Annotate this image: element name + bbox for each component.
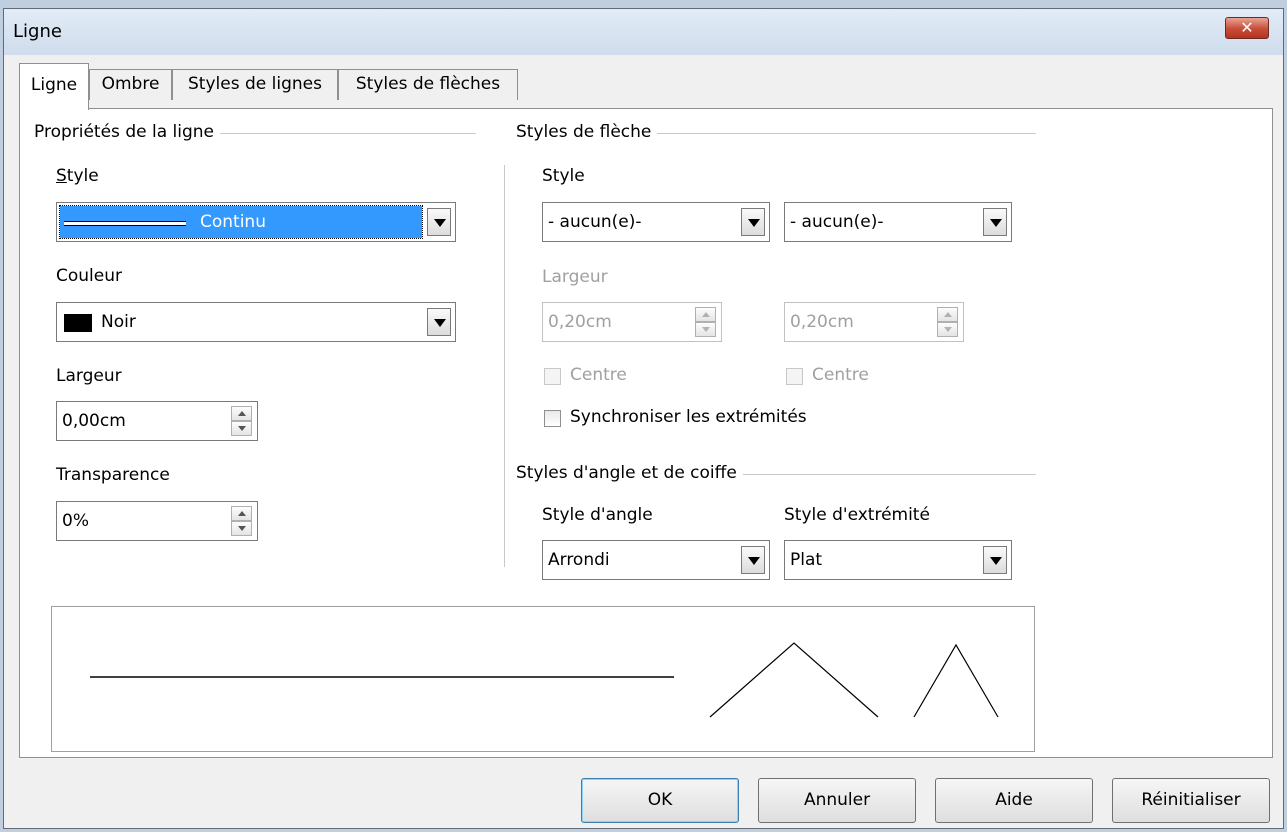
center-start-label: Centre	[570, 365, 627, 385]
arrow-start-width-value: 0,20cm	[548, 312, 612, 332]
close-button[interactable]: ✕	[1225, 17, 1269, 39]
selection-highlight: Continu	[59, 205, 423, 239]
sync-ends-checkbox[interactable]	[544, 410, 561, 427]
spin-up-icon[interactable]	[695, 307, 716, 322]
spin-up-icon[interactable]	[231, 406, 252, 421]
chevron-down-icon[interactable]	[983, 208, 1007, 236]
style-label-rest: tyle	[66, 166, 99, 186]
tab-ombre[interactable]: Ombre	[89, 69, 172, 100]
line-dialog: Ligne ✕ Ligne Ombre Styles de lignes Sty…	[3, 8, 1284, 829]
transparency-value: 0%	[62, 511, 89, 531]
chevron-down-icon[interactable]	[741, 546, 765, 574]
color-swatch	[64, 314, 92, 332]
chevron-down-icon[interactable]	[983, 546, 1007, 574]
cap-style-value: Plat	[790, 550, 823, 570]
corner-style-select[interactable]: Arrondi	[542, 540, 770, 580]
close-icon: ✕	[1240, 18, 1254, 37]
arrow-start-select[interactable]: - aucun(e)-	[542, 202, 770, 242]
spin-arrows	[937, 307, 958, 337]
tab-panel-ligne: Propriétés de la ligne Style Continu Cou…	[19, 108, 1273, 758]
arrow-end-width-spinner[interactable]: 0,20cm	[784, 302, 964, 342]
line-color-value: Noir	[101, 312, 136, 332]
tab-styles-de-lignes[interactable]: Styles de lignes	[172, 69, 338, 100]
cap-style-label: Style d'extrémité	[784, 505, 930, 525]
line-width-value: 0,00cm	[62, 411, 126, 431]
arrow-end-select[interactable]: - aucun(e)-	[784, 202, 1012, 242]
reset-button[interactable]: Réinitialiser	[1112, 778, 1270, 823]
arrow-start-value: - aucun(e)-	[548, 212, 642, 232]
spin-arrows	[231, 406, 252, 436]
chevron-down-icon[interactable]	[741, 208, 765, 236]
line-width-spinner[interactable]: 0,00cm	[56, 401, 258, 441]
spin-down-icon[interactable]	[695, 322, 716, 337]
help-button[interactable]: Aide	[935, 778, 1093, 823]
cap-style-select[interactable]: Plat	[784, 540, 1012, 580]
center-end-label: Centre	[812, 365, 869, 385]
width-label: Largeur	[56, 366, 122, 386]
line-color-select[interactable]: Noir	[56, 302, 456, 342]
group-title-line-properties: Propriétés de la ligne	[34, 122, 220, 142]
tab-label: Styles de lignes	[188, 74, 322, 94]
style-label: Style	[56, 166, 99, 186]
center-start-checkbox[interactable]	[544, 368, 561, 385]
tab-label: Styles de flèches	[355, 74, 501, 94]
tab-ligne[interactable]: Ligne	[19, 63, 89, 110]
corner-style-label: Style d'angle	[542, 505, 653, 525]
corner-style-value: Arrondi	[548, 550, 610, 570]
arrow-style-label: Style	[542, 166, 585, 186]
spin-down-icon[interactable]	[231, 521, 252, 536]
preview-narrow-angle	[913, 643, 999, 718]
line-style-select[interactable]: Continu	[56, 202, 456, 242]
line-preview-svg	[90, 642, 999, 718]
tab-styles-de-fleches[interactable]: Styles de flèches	[338, 69, 518, 100]
spin-up-icon[interactable]	[937, 307, 958, 322]
group-title-corner-cap: Styles d'angle et de coiffe	[516, 463, 743, 483]
window-title: Ligne	[13, 21, 62, 42]
transparency-spinner[interactable]: 0%	[56, 501, 258, 541]
tab-label: Ligne	[30, 75, 78, 95]
color-label: Couleur	[56, 266, 122, 286]
vertical-separator	[504, 165, 505, 567]
chevron-down-icon[interactable]	[427, 308, 451, 336]
spin-down-icon[interactable]	[937, 322, 958, 337]
ok-button[interactable]: OK	[581, 778, 739, 823]
spin-arrows	[695, 307, 716, 337]
preview-wide-angle	[709, 642, 879, 718]
spin-arrows	[231, 506, 252, 536]
cancel-button[interactable]: Annuler	[758, 778, 916, 823]
sync-ends-label: Synchroniser les extrémités	[570, 407, 807, 427]
spin-down-icon[interactable]	[231, 421, 252, 436]
chevron-down-icon[interactable]	[427, 208, 451, 236]
arrow-start-width-spinner[interactable]: 0,20cm	[542, 302, 722, 342]
group-title-arrow-styles: Styles de flèche	[516, 122, 658, 142]
arrow-end-value: - aucun(e)-	[790, 212, 884, 232]
arrow-width-label: Largeur	[542, 267, 608, 287]
arrow-end-width-value: 0,20cm	[790, 312, 854, 332]
transparency-label: Transparence	[56, 465, 170, 485]
line-style-preview	[64, 221, 186, 226]
line-style-value: Continu	[200, 212, 266, 232]
spin-up-icon[interactable]	[231, 506, 252, 521]
tab-label: Ombre	[101, 74, 160, 94]
line-preview-box	[51, 606, 1035, 752]
center-end-checkbox[interactable]	[786, 368, 803, 385]
title-bar: Ligne ✕	[4, 9, 1283, 55]
